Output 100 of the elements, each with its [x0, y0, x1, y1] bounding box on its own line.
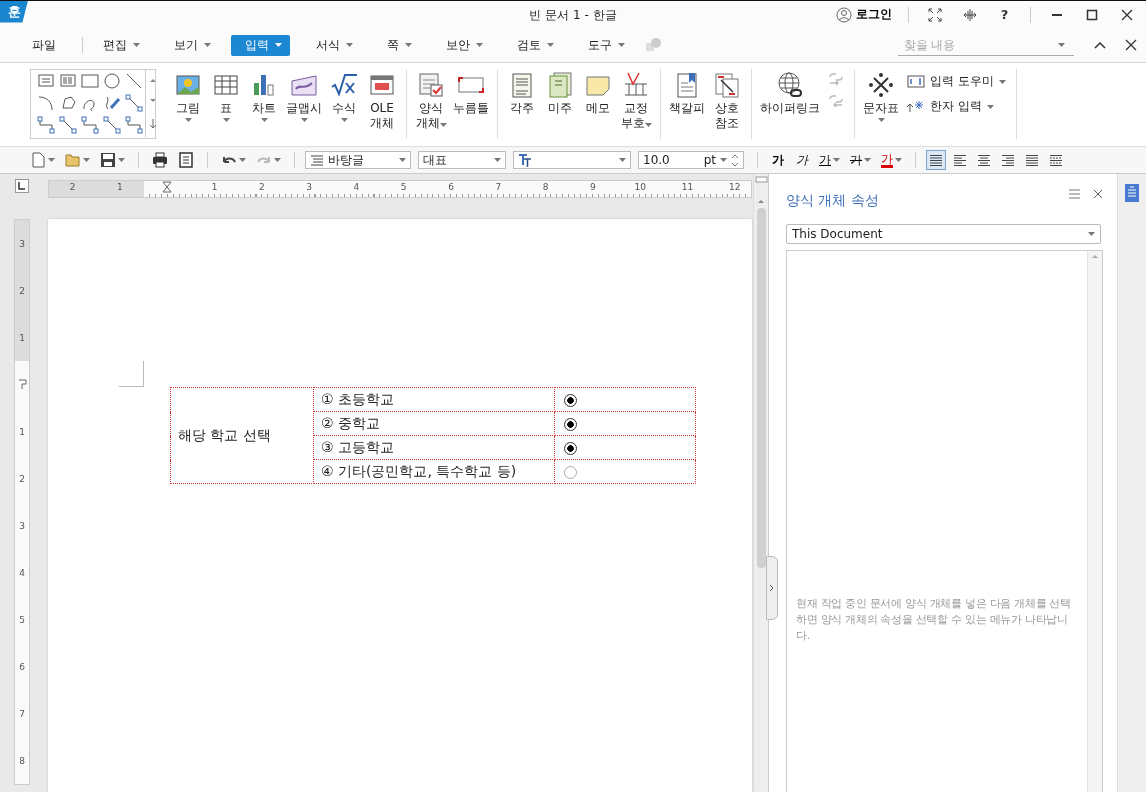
maximize-icon	[1085, 8, 1098, 21]
page-preview-icon	[178, 152, 194, 168]
caret-icon	[48, 158, 55, 162]
link-disabled-icon	[828, 73, 844, 87]
caret-icon	[399, 158, 406, 162]
scrollbar-thumb[interactable]	[756, 208, 766, 568]
ribbon-button[interactable]: 글맵시	[284, 69, 324, 139]
ribbon-button[interactable]: 양식 개체	[413, 69, 449, 139]
font-size-field[interactable]: 10.0 pt	[638, 151, 744, 169]
symbol-icon	[867, 71, 895, 99]
search-field[interactable]: 찾을 내용	[898, 34, 1074, 56]
font-select[interactable]	[513, 151, 631, 169]
ribbon-button[interactable]: 입력 도우미	[907, 73, 1006, 90]
menu-tab[interactable]: 보안	[432, 34, 491, 56]
panel-tab-icon	[1125, 184, 1140, 202]
radio-button[interactable]	[564, 418, 577, 431]
chevron-right-icon	[769, 584, 775, 592]
login-button[interactable]: 로그인	[830, 4, 898, 25]
ribbon-button[interactable]: 미주	[542, 69, 578, 139]
menu-tab[interactable]: 서식	[302, 34, 361, 56]
alignment-icon	[1049, 153, 1063, 167]
radio-button[interactable]	[564, 442, 577, 455]
style-select[interactable]: 바탕글	[305, 151, 411, 169]
menu-tab[interactable]: 파일	[18, 34, 64, 56]
close-icon	[1093, 189, 1104, 199]
close-icon	[1124, 39, 1137, 51]
menu-tab[interactable]: 쪽	[373, 34, 420, 56]
expand-arrow-icon	[148, 119, 157, 130]
radio-button[interactable]	[564, 466, 577, 479]
form-checkbox-icon	[417, 71, 445, 99]
arc-icon[interactable]	[37, 94, 55, 112]
alignment-icon	[1025, 153, 1039, 167]
document-icon	[31, 152, 46, 168]
alignment-button[interactable]	[926, 150, 946, 170]
character-format-button[interactable]: 가	[816, 150, 843, 170]
menu-tab[interactable]: 검토	[503, 34, 562, 56]
app-logo: 훈	[0, 1, 28, 23]
margin-corner-mark	[119, 361, 144, 387]
connector-icon[interactable]	[103, 116, 121, 134]
close-icon	[1120, 8, 1133, 21]
margin-marker-icon	[17, 379, 27, 390]
indent-marker-icon	[162, 181, 173, 193]
horizontal-ruler: 2 1 1 2 3 4 5 6 7 8 9 10 11 12	[48, 180, 752, 198]
caret-icon	[1058, 43, 1065, 47]
endnote-icon	[546, 71, 574, 99]
ribbon-button[interactable]: 메모	[580, 69, 616, 139]
hanja-convert-icon	[907, 99, 925, 114]
caret-icon	[83, 158, 90, 162]
character-format-button[interactable]: 가	[768, 150, 788, 170]
unlink-disabled-icon	[828, 95, 844, 109]
globe-link-icon	[776, 71, 804, 99]
caret-icon	[986, 104, 994, 109]
table-cell: ② 중학교	[313, 411, 555, 436]
menu-icon	[1068, 189, 1080, 199]
caret-icon	[494, 158, 501, 162]
ribbon-button[interactable]: 각주	[504, 69, 540, 139]
ribbon-button[interactable]: 상호 참조	[709, 69, 745, 139]
ribbon-button[interactable]: 수식	[326, 69, 362, 139]
help-button[interactable]: ?	[989, 2, 1020, 27]
connector-icon[interactable]	[81, 116, 99, 134]
menu-tab[interactable]: 입력	[231, 34, 290, 56]
connector-icon[interactable]	[125, 116, 143, 134]
minimize-icon	[1051, 13, 1062, 16]
ribbon-button[interactable]: 책갈피	[667, 69, 707, 139]
language-select[interactable]: 대표	[418, 151, 506, 169]
alignment-icon	[1001, 153, 1015, 167]
caret-icon	[998, 79, 1006, 84]
character-format-button[interactable]: 가	[847, 150, 874, 170]
ribbon-button[interactable]: 문자표	[861, 69, 901, 139]
connector-icon[interactable]	[125, 94, 143, 112]
line-icon[interactable]	[125, 72, 143, 90]
cross-reference-icon	[713, 71, 741, 99]
ribbon-button[interactable]: 하이퍼링크	[758, 69, 822, 139]
alignment-icon	[977, 153, 991, 167]
caret-icon	[619, 158, 626, 162]
character-format-button[interactable]: 가	[792, 150, 812, 170]
collapse-handle[interactable]	[766, 556, 778, 620]
proofreading-mark-icon	[622, 71, 650, 99]
menu-tab[interactable]: 보기	[160, 34, 219, 56]
alignment-icon	[953, 153, 967, 167]
spinner-icon	[731, 153, 739, 167]
character-format-button[interactable]: 가	[878, 150, 905, 170]
ribbon-button[interactable]: 그림	[170, 69, 206, 139]
ribbon-button[interactable]: 교정 부호	[618, 69, 654, 139]
menu-tab[interactable]: 편집	[89, 34, 148, 56]
ribbon-button[interactable]: 차트	[246, 69, 282, 139]
connector-icon[interactable]	[59, 116, 77, 134]
ribbon-button[interactable]: 표	[208, 69, 244, 139]
polygon-icon[interactable]	[59, 94, 77, 112]
radio-button[interactable]	[564, 394, 577, 407]
ellipse-icon[interactable]	[103, 72, 121, 90]
ribbon-button[interactable]: 누름틀	[451, 69, 491, 139]
ribbon-button[interactable]: 한자 입력	[907, 98, 1006, 115]
ribbon-button[interactable]: OLE 개체	[364, 69, 400, 139]
object-dropdown[interactable]: This Document	[786, 224, 1101, 244]
connector-icon[interactable]	[37, 116, 55, 134]
menu-tab[interactable]: 도구	[574, 34, 633, 56]
caret-icon	[274, 158, 281, 162]
caret-icon	[1088, 232, 1095, 236]
pencil-icon[interactable]	[103, 94, 121, 112]
